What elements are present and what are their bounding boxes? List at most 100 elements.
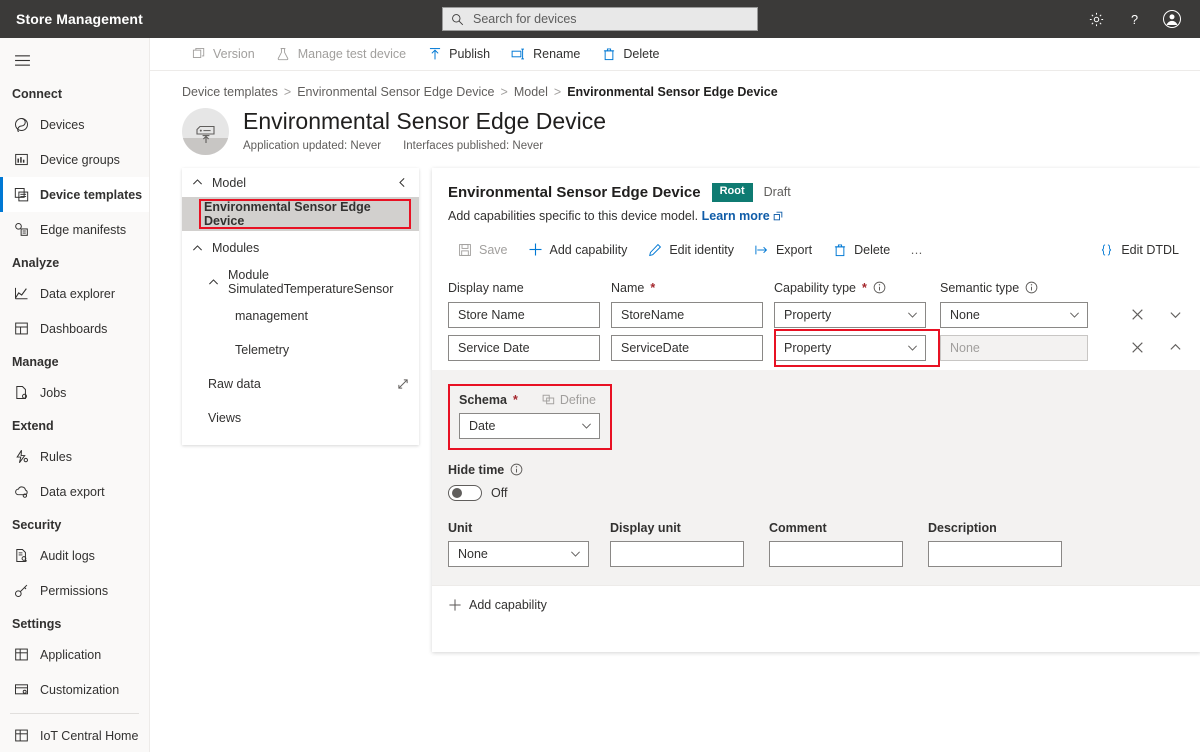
tree-item-environmental-sensor-edge-device[interactable]: Environmental Sensor Edge Device (182, 197, 419, 231)
account-icon[interactable] (1162, 9, 1182, 29)
unit-select[interactable]: None (448, 540, 589, 567)
define-button[interactable]: Define (542, 393, 596, 407)
chevron-down-icon (581, 420, 592, 431)
breadcrumb-item[interactable]: Device templates (182, 85, 278, 99)
collapse-row-chevron-up-icon[interactable] (1167, 340, 1183, 356)
cell-semantic-type: None (940, 301, 1118, 328)
remove-capability-icon[interactable] (1129, 307, 1145, 323)
sidebar-item-device-groups[interactable]: Device groups (0, 142, 149, 177)
save-button[interactable]: Save (448, 235, 517, 265)
name-input[interactable]: ServiceDate (611, 334, 763, 361)
schema-value: Date (469, 418, 496, 433)
description-input[interactable] (928, 540, 1062, 567)
sidebar-item-devices[interactable]: Devices (0, 107, 149, 142)
remove-capability-icon[interactable] (1129, 340, 1145, 356)
expand-row-chevron-down-icon[interactable] (1167, 307, 1183, 323)
delete-button[interactable]: Delete (592, 38, 668, 70)
chevron-down-icon (907, 342, 918, 353)
info-icon[interactable] (873, 281, 886, 294)
hide-time-toggle[interactable] (448, 484, 482, 501)
expand-icon[interactable] (397, 378, 409, 390)
add-capability-footer-button[interactable]: Add capability (448, 598, 547, 612)
column-label: Capability type (774, 280, 856, 295)
info-icon[interactable] (510, 463, 523, 476)
collapse-pane-icon[interactable] (397, 177, 408, 188)
sidebar-item-audit-logs[interactable]: Audit logs (0, 538, 149, 573)
sidebar-item-application[interactable]: Application (0, 637, 149, 672)
model-tree-header[interactable]: Model (182, 168, 419, 197)
publish-button[interactable]: Publish (418, 38, 499, 70)
sidebar-item-customization[interactable]: Customization (0, 672, 149, 707)
sidebar-item-rules[interactable]: Rules (0, 439, 149, 474)
required-asterisk: * (650, 280, 656, 295)
tree-item-modules[interactable]: Modules (182, 231, 419, 265)
device-templates-icon (13, 187, 29, 203)
display-name-input[interactable]: Store Name (448, 301, 600, 328)
sidebar-item-iot-central-home[interactable]: IoT Central Home (0, 718, 149, 752)
top-bar-actions: ? (1086, 0, 1190, 38)
chevron-up-icon[interactable] (192, 243, 203, 254)
tree-item-module-simulatedtemperaturesensor[interactable]: Module SimulatedTemperatureSensor (182, 265, 419, 299)
learn-more-link[interactable]: Learn more (702, 209, 770, 223)
info-icon[interactable] (1025, 281, 1038, 294)
more-options-button[interactable]: … (901, 235, 933, 265)
description-label: Description (928, 520, 997, 535)
schema-select[interactable]: Date (459, 412, 600, 439)
editor-header: Environmental Sensor Edge Device Root Dr… (432, 168, 1200, 267)
tree-item-views[interactable]: Views (182, 401, 419, 435)
capability-table: Display name Name * Capability type * Se… (432, 280, 1200, 367)
edit-identity-button[interactable]: Edit identity (638, 235, 743, 265)
editor-delete-button[interactable]: Delete (823, 235, 899, 265)
semantic-type-select[interactable]: None (940, 301, 1088, 328)
sidebar-item-jobs[interactable]: Jobs (0, 375, 149, 410)
name-input[interactable]: StoreName (611, 301, 763, 328)
rename-button[interactable]: Rename (502, 38, 589, 70)
search-input[interactable] (471, 11, 749, 27)
sidebar-item-label: Device groups (40, 152, 120, 167)
braces-icon (1099, 243, 1114, 257)
add-capability-button[interactable]: Add capability (519, 235, 637, 265)
app-brand: Store Management (16, 11, 143, 27)
sidebar-item-label: Dashboards (40, 321, 108, 336)
comment-input[interactable] (769, 540, 903, 567)
customization-icon (13, 682, 29, 698)
capability-type-select[interactable]: Property (774, 334, 926, 361)
plus-icon (528, 242, 543, 257)
capability-type-select[interactable]: Property (774, 301, 926, 328)
tree-item-telemetry[interactable]: Telemetry (182, 333, 419, 367)
sidebar-item-device-templates[interactable]: Device templates (0, 177, 149, 212)
export-button[interactable]: Export (745, 235, 821, 265)
capability-type-value: Property (784, 307, 832, 322)
edit-dtdl-button[interactable]: Edit DTDL (1095, 235, 1183, 265)
version-button[interactable]: Version (182, 38, 264, 70)
sidebar-item-permissions[interactable]: Permissions (0, 573, 149, 608)
sidebar-item-label: Application (40, 647, 102, 662)
tree-item-management[interactable]: management (182, 299, 419, 333)
help-icon[interactable]: ? (1124, 9, 1144, 29)
editor-command-label: Delete (854, 242, 891, 257)
chevron-up-icon[interactable] (192, 177, 203, 188)
display-name-input[interactable]: Service Date (448, 334, 600, 361)
breadcrumb-item[interactable]: Model (514, 85, 548, 99)
sidebar-item-label: IoT Central Home (40, 728, 139, 743)
semantic-type-select-disabled: None (940, 334, 1088, 361)
global-search[interactable] (442, 7, 758, 31)
sidebar-item-label: Data explorer (40, 286, 116, 301)
tree-item-raw-data[interactable]: Raw data (182, 367, 419, 401)
command-label: Manage test device (297, 47, 407, 61)
chevron-up-icon[interactable] (208, 277, 219, 288)
tree-item-label: Modules (212, 241, 260, 255)
display-unit-input[interactable] (610, 540, 744, 567)
gear-icon[interactable] (1086, 9, 1106, 29)
sidebar-item-dashboards[interactable]: Dashboards (0, 311, 149, 346)
nav-group-settings: Settings (12, 617, 62, 631)
sidebar-item-data-export[interactable]: Data export (0, 474, 149, 509)
sidebar-item-data-explorer[interactable]: Data explorer (0, 276, 149, 311)
tree-item-label: Raw data (208, 377, 261, 391)
breadcrumb-item[interactable]: Environmental Sensor Edge Device (297, 85, 494, 99)
hamburger-menu-icon[interactable] (0, 42, 44, 78)
trash-icon (832, 242, 847, 257)
sidebar-item-edge-manifests[interactable]: Edge manifests (0, 212, 149, 247)
manage-test-device-button[interactable]: Manage test device (267, 38, 415, 70)
more-icon: … (910, 242, 924, 257)
